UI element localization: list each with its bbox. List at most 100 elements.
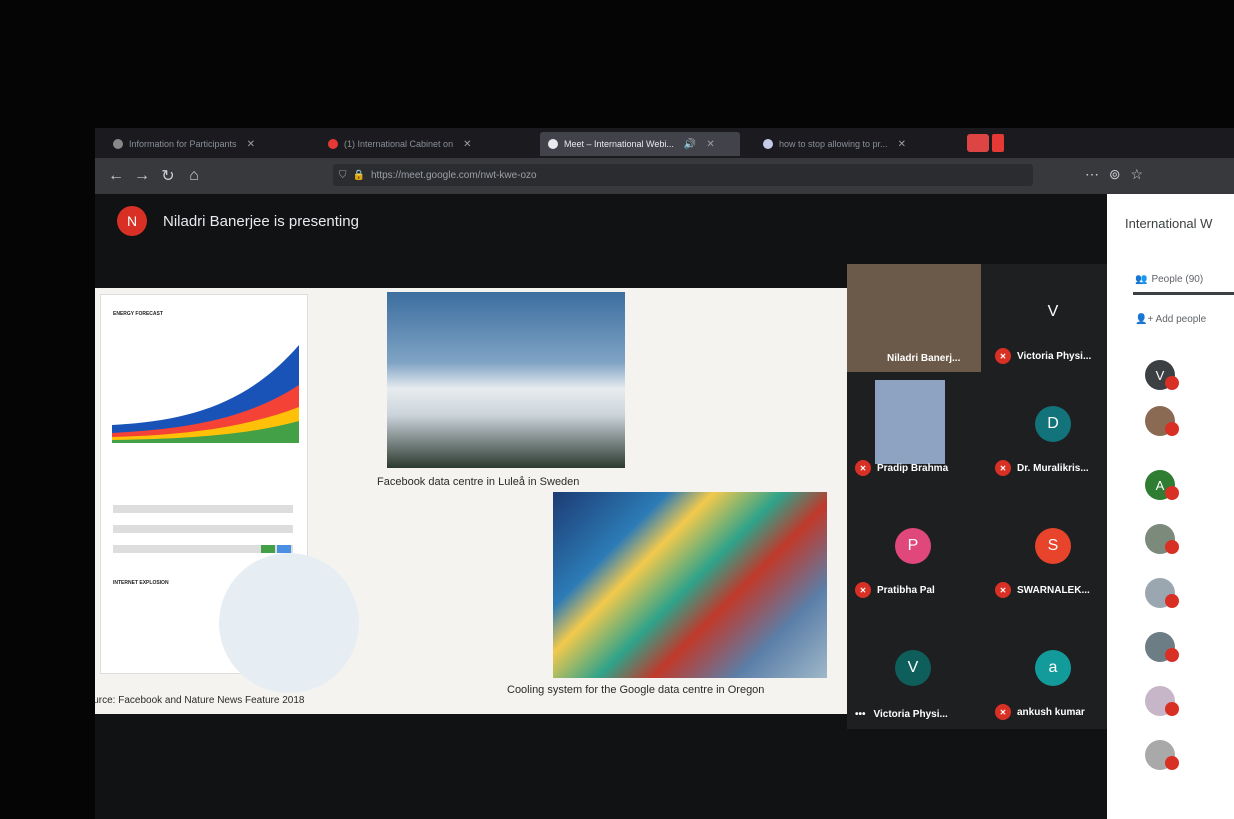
tab-meet[interactable]: Meet – International Webi... 🔊 ✕ bbox=[540, 132, 740, 156]
home-icon[interactable]: ⌂ bbox=[181, 167, 207, 185]
mic-off-icon bbox=[1165, 376, 1179, 390]
close-icon[interactable]: ✕ bbox=[706, 139, 714, 150]
forward-icon[interactable]: → bbox=[129, 167, 155, 185]
mic-off-icon bbox=[1165, 594, 1179, 608]
facebook-datacentre-photo bbox=[387, 292, 625, 468]
energy-forecast-graphic bbox=[112, 345, 299, 443]
mic-off-icon: ✕ bbox=[995, 460, 1011, 476]
google-cooling-photo bbox=[553, 492, 827, 678]
tab-underline bbox=[1133, 292, 1234, 295]
presenting-banner: N Niladri Banerjee is presenting bbox=[117, 206, 359, 236]
presenting-label: Niladri Banerjee is presenting bbox=[163, 212, 359, 230]
participant-name: Victoria Physi... bbox=[1017, 350, 1092, 362]
close-icon[interactable]: ✕ bbox=[463, 139, 471, 150]
participant-name: Pradip Brahma bbox=[877, 462, 949, 474]
browser-toolbar: ← → ↻ ⌂ ⛉ 🔒 https://meet.google.com/nwt-… bbox=[95, 158, 1234, 194]
mic-off-icon: ✕ bbox=[995, 582, 1011, 598]
close-icon[interactable]: ✕ bbox=[898, 139, 906, 150]
participant-tile[interactable]: D ✕ Dr. Muralikris... bbox=[987, 376, 1121, 484]
reload-icon[interactable]: ↻ bbox=[155, 166, 181, 186]
participant-name: Niladri Banerj... bbox=[887, 353, 961, 364]
participant-avatar: D bbox=[1035, 406, 1071, 442]
tab-label: how to stop allowing to pr... bbox=[779, 139, 888, 149]
record-icon[interactable] bbox=[992, 134, 1004, 152]
participant-avatar: V bbox=[1047, 303, 1059, 320]
participant-tile[interactable]: P ✕ Pratibha Pal bbox=[847, 498, 981, 606]
pocket-icon[interactable]: ⊚ bbox=[1109, 166, 1121, 182]
add-person-icon: 👤+ bbox=[1135, 314, 1154, 325]
shield-icon: ⛉ bbox=[339, 169, 347, 181]
mic-off-icon bbox=[1165, 648, 1179, 662]
participant-name: SWARNALEK... bbox=[1017, 584, 1090, 596]
presenter-avatar: N bbox=[117, 206, 147, 236]
people-panel: International W 👥 People (90) 👤+ Add peo… bbox=[1107, 194, 1234, 819]
meet-icon bbox=[548, 139, 558, 149]
mic-off-icon: ✕ bbox=[855, 460, 871, 476]
tab-label: (1) International Cabinet on bbox=[344, 139, 454, 149]
infographic-circle bbox=[219, 553, 359, 693]
speaker-icon[interactable]: 🔊 bbox=[684, 139, 696, 150]
page-icon bbox=[113, 139, 123, 149]
star-icon[interactable]: ☆ bbox=[1131, 166, 1144, 182]
search-icon bbox=[763, 139, 773, 149]
participant-avatar: S bbox=[1035, 528, 1071, 564]
address-bar[interactable]: ⛉ 🔒 https://meet.google.com/nwt-kwe-ozo bbox=[333, 164, 1033, 186]
lock-icon: 🔒 bbox=[352, 169, 365, 181]
url-text: https://meet.google.com/nwt-kwe-ozo bbox=[370, 169, 537, 181]
add-people-label: Add people bbox=[1155, 314, 1207, 325]
participant-tile[interactable]: a ✕ ankush kumar bbox=[987, 620, 1121, 728]
slide-source: Source: Facebook and Nature News Feature… bbox=[95, 695, 305, 706]
more-icon[interactable]: ⋯ bbox=[1085, 166, 1099, 182]
mic-off-icon: ✕ bbox=[855, 582, 871, 598]
infographic-title: ENERGY FORECAST bbox=[113, 311, 163, 317]
participant-tile[interactable]: V ••• Victoria Physi... bbox=[847, 620, 981, 728]
extension-icon[interactable] bbox=[967, 134, 989, 152]
mic-off-icon bbox=[1165, 422, 1179, 436]
browser-tab-bar: Information for Participants ✕ (1) Inter… bbox=[95, 128, 1234, 158]
participant-tile[interactable]: V ✕ Victoria Physi... bbox=[987, 264, 1121, 372]
mic-off-icon bbox=[1165, 702, 1179, 716]
participant-name: Dr. Muralikris... bbox=[1017, 462, 1089, 474]
participant-avatar: P bbox=[895, 528, 931, 564]
add-people-button[interactable]: 👤+ Add people bbox=[1135, 314, 1206, 325]
people-tab[interactable]: 👥 People (90) bbox=[1135, 274, 1203, 285]
infographic-bar bbox=[113, 525, 293, 533]
participant-tile[interactable]: Niladri Banerj... bbox=[847, 264, 981, 372]
infographic-bar-fill bbox=[261, 545, 275, 553]
close-icon[interactable]: ✕ bbox=[247, 139, 255, 150]
youtube-icon bbox=[328, 139, 338, 149]
participant-grid: Niladri Banerj... V ✕ Victoria Physi... ✕… bbox=[847, 264, 1123, 729]
participant-name: ankush kumar bbox=[1017, 706, 1085, 718]
infographic-subtitle: INTERNET EXPLOSION bbox=[113, 580, 169, 586]
caption-top: Facebook data centre in Luleå in Sweden bbox=[377, 476, 580, 488]
infographic-bar bbox=[113, 505, 293, 513]
mic-off-icon bbox=[1165, 540, 1179, 554]
tab-label: Meet – International Webi... bbox=[564, 139, 674, 149]
monitor-screen: Information for Participants ✕ (1) Inter… bbox=[95, 128, 1234, 819]
mic-off-icon bbox=[1165, 486, 1179, 500]
mic-off-icon bbox=[1165, 756, 1179, 770]
meeting-title: International W bbox=[1125, 216, 1213, 231]
participant-avatar: a bbox=[1035, 650, 1071, 686]
mic-off-icon: ✕ bbox=[995, 704, 1011, 720]
people-tab-label: People (90) bbox=[1151, 274, 1204, 285]
participant-tile[interactable]: ✕ Pradip Brahma bbox=[847, 376, 981, 484]
energy-infographic: ENERGY FORECAST INTERNET EXPLOSION bbox=[100, 294, 359, 693]
tab-label: Information for Participants bbox=[129, 139, 237, 149]
mic-off-icon: ✕ bbox=[995, 348, 1011, 364]
infographic-bar-fill bbox=[277, 545, 291, 553]
tab-search[interactable]: how to stop allowing to pr... ✕ bbox=[755, 132, 955, 156]
toolbar-actions: ⋯ ⊚ ☆ bbox=[1085, 166, 1143, 183]
tab-information[interactable]: Information for Participants ✕ bbox=[105, 132, 305, 156]
caption-bottom: Cooling system for the Google data centr… bbox=[507, 684, 765, 696]
participant-video bbox=[875, 380, 945, 464]
participant-tile[interactable]: S ✕ SWARNALEK... bbox=[987, 498, 1121, 606]
meet-stage: N Niladri Banerjee is presenting ENERGY … bbox=[95, 194, 1123, 819]
tab-youtube[interactable]: (1) International Cabinet on ✕ bbox=[320, 132, 520, 156]
back-icon[interactable]: ← bbox=[103, 167, 129, 185]
shared-slide: ENERGY FORECAST INTERNET EXPLOSION Faceb… bbox=[95, 288, 847, 714]
participant-name: Pratibha Pal bbox=[877, 584, 935, 596]
participant-avatar: V bbox=[895, 650, 931, 686]
people-icon: 👥 bbox=[1135, 274, 1148, 285]
more-options-icon[interactable]: ••• bbox=[855, 709, 866, 720]
